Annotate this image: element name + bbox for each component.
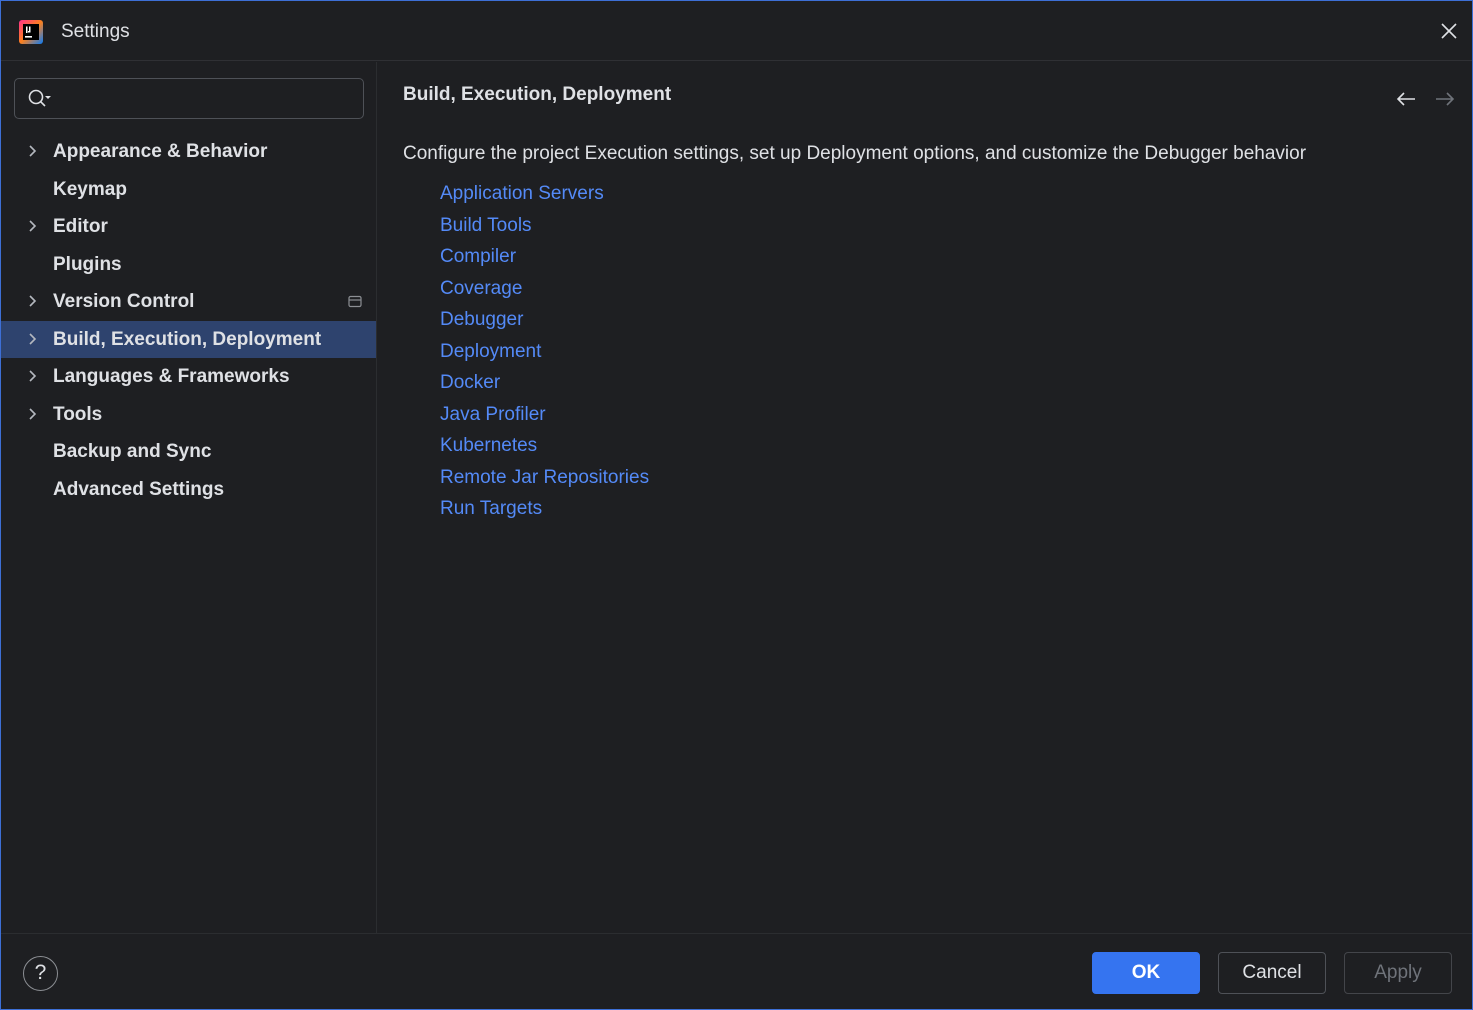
arrow-left-icon[interactable]	[1395, 89, 1417, 109]
link-compiler[interactable]: Compiler	[440, 246, 649, 278]
settings-sidebar: Appearance & Behavior Keymap Editor Plug…	[1, 62, 377, 933]
link-application-servers[interactable]: Application Servers	[440, 183, 649, 215]
sidebar-item-advanced-settings[interactable]: Advanced Settings	[1, 471, 376, 509]
search-field[interactable]	[14, 78, 364, 119]
sidebar-item-label: Languages & Frameworks	[53, 366, 290, 387]
sidebar-item-label: Plugins	[53, 253, 122, 275]
sidebar-item-label: Editor	[53, 216, 108, 237]
ok-button[interactable]: OK	[1092, 952, 1200, 994]
chevron-right-icon[interactable]	[27, 144, 39, 158]
link-java-profiler[interactable]: Java Profiler	[440, 404, 649, 436]
search-icon[interactable]	[27, 88, 53, 110]
chevron-right-icon[interactable]	[27, 219, 39, 233]
link-build-tools[interactable]: Build Tools	[440, 215, 649, 247]
project-settings-icon	[348, 295, 362, 308]
sidebar-item-tools[interactable]: Tools	[1, 396, 376, 434]
title-bar: Settings	[1, 1, 1472, 61]
sidebar-item-plugins[interactable]: Plugins	[1, 246, 376, 284]
help-button[interactable]: ?	[23, 956, 58, 991]
apply-button[interactable]: Apply	[1344, 952, 1452, 994]
sidebar-item-label: Appearance & Behavior	[53, 141, 268, 162]
intellij-logo-icon	[19, 20, 43, 44]
link-coverage[interactable]: Coverage	[440, 278, 649, 310]
settings-dialog: Settings Appearance & Behavior Keymap Ed…	[0, 0, 1473, 1010]
chevron-right-icon[interactable]	[27, 369, 39, 383]
close-icon[interactable]	[1437, 19, 1461, 43]
link-docker[interactable]: Docker	[440, 372, 649, 404]
sidebar-item-label: Advanced Settings	[53, 478, 225, 500]
window-title: Settings	[61, 21, 130, 42]
sidebar-item-appearance-behavior[interactable]: Appearance & Behavior	[1, 133, 376, 171]
page-description: Configure the project Execution settings…	[403, 143, 1307, 164]
link-debugger[interactable]: Debugger	[440, 309, 649, 341]
sidebar-item-label: Tools	[53, 403, 103, 425]
cancel-button[interactable]: Cancel	[1218, 952, 1326, 994]
sidebar-item-editor[interactable]: Editor	[1, 208, 376, 246]
settings-content-panel: Build, Execution, Deployment Configure t…	[378, 62, 1472, 933]
sidebar-item-build-execution-deployment[interactable]: Build, Execution, Deployment	[1, 320, 376, 358]
link-remote-jar-repositories[interactable]: Remote Jar Repositories	[440, 467, 649, 499]
chevron-right-icon[interactable]	[27, 294, 39, 308]
chevron-right-icon[interactable]	[27, 332, 39, 346]
link-deployment[interactable]: Deployment	[440, 341, 649, 373]
search-input[interactable]	[59, 85, 354, 113]
sidebar-item-languages-frameworks[interactable]: Languages & Frameworks	[1, 358, 376, 396]
arrow-right-icon[interactable]	[1434, 89, 1456, 109]
page-title: Build, Execution, Deployment	[403, 84, 672, 105]
subpage-links: Application Servers Build Tools Compiler…	[440, 183, 649, 530]
sidebar-item-version-control[interactable]: Version Control	[1, 283, 376, 321]
link-run-targets[interactable]: Run Targets	[440, 498, 649, 530]
sidebar-item-backup-sync[interactable]: Backup and Sync	[1, 433, 376, 471]
sidebar-item-keymap[interactable]: Keymap	[1, 171, 376, 209]
sidebar-item-label: Backup and Sync	[53, 441, 212, 462]
settings-tree: Appearance & Behavior Keymap Editor Plug…	[1, 133, 376, 508]
chevron-right-icon[interactable]	[27, 407, 39, 421]
sidebar-item-label: Build, Execution, Deployment	[53, 328, 322, 350]
dialog-footer: ? OK Cancel Apply	[1, 933, 1472, 1009]
sidebar-item-label: Version Control	[53, 291, 195, 312]
link-kubernetes[interactable]: Kubernetes	[440, 435, 649, 467]
sidebar-item-label: Keymap	[53, 178, 127, 200]
